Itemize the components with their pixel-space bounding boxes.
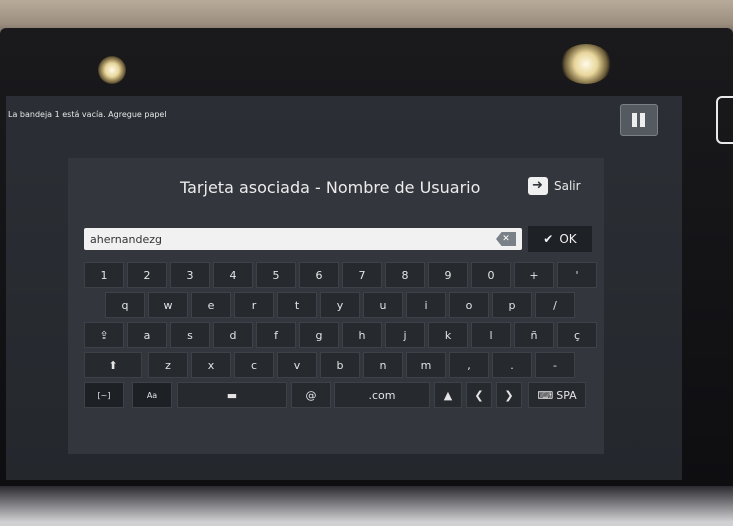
key[interactable]: x (191, 352, 231, 378)
left-arrow-icon: ❮ (474, 388, 484, 402)
key[interactable]: . (492, 352, 532, 378)
key[interactable]: h (342, 322, 382, 348)
key[interactable]: c (234, 352, 274, 378)
at-key[interactable]: @ (291, 382, 331, 408)
key[interactable]: g (299, 322, 339, 348)
right-arrow-icon: ❯ (504, 388, 514, 402)
key[interactable]: i (406, 292, 446, 318)
key[interactable]: f (256, 322, 296, 348)
key[interactable]: o (449, 292, 489, 318)
hardware-button[interactable] (716, 96, 733, 144)
username-field[interactable]: ✕ (84, 228, 522, 251)
keyboard-dialog: Tarjeta asociada - Nombre de Usuario Sal… (68, 158, 604, 454)
language-label: SPA (556, 388, 577, 402)
key[interactable]: 2 (127, 262, 167, 288)
shift-key[interactable]: ⬆ (84, 352, 142, 378)
key[interactable]: k (428, 322, 468, 348)
key[interactable]: - (535, 352, 575, 378)
key[interactable]: 4 (213, 262, 253, 288)
exit-label: Salir (554, 179, 581, 193)
table-surface (0, 486, 733, 526)
pause-button[interactable] (620, 104, 658, 136)
symbols-key[interactable]: [~] (84, 382, 124, 408)
key[interactable]: , (449, 352, 489, 378)
key[interactable]: 9 (428, 262, 468, 288)
keyboard-icon: ⌨ (537, 388, 554, 402)
light-reflection-left (98, 56, 126, 84)
key[interactable]: 3 (170, 262, 210, 288)
key[interactable]: 5 (256, 262, 296, 288)
key[interactable]: ñ (514, 322, 554, 348)
check-icon: ✔ (543, 232, 554, 246)
key[interactable]: y (320, 292, 360, 318)
key[interactable]: q (105, 292, 145, 318)
clear-icon[interactable]: ✕ (496, 232, 516, 246)
key[interactable]: t (277, 292, 317, 318)
key[interactable]: v (277, 352, 317, 378)
light-reflection-right (560, 44, 612, 84)
key[interactable]: b (320, 352, 360, 378)
key[interactable]: n (363, 352, 403, 378)
key[interactable]: p (492, 292, 532, 318)
status-message: La bandeja 1 está vacía. Agregue papel (8, 110, 167, 119)
key[interactable]: r (234, 292, 274, 318)
dialog-title: Tarjeta asociada - Nombre de Usuario (180, 178, 481, 197)
dotcom-key[interactable]: .com (334, 382, 430, 408)
key[interactable]: ç (557, 322, 597, 348)
username-input[interactable] (84, 228, 496, 251)
key[interactable]: 6 (299, 262, 339, 288)
key[interactable]: / (535, 292, 575, 318)
exit-button[interactable]: Salir (528, 174, 581, 198)
key[interactable]: s (170, 322, 210, 348)
up-arrow-icon: ▲ (443, 388, 453, 402)
key[interactable]: d (213, 322, 253, 348)
key[interactable]: m (406, 352, 446, 378)
key[interactable]: ' (557, 262, 597, 288)
right-arrow-key[interactable]: ❯ (496, 382, 522, 408)
up-arrow-key[interactable]: ▲ (434, 382, 462, 408)
key[interactable]: z (148, 352, 188, 378)
case-key[interactable]: Aa (132, 382, 172, 408)
key[interactable]: u (363, 292, 403, 318)
key[interactable]: 0 (471, 262, 511, 288)
shift-lock-icon: ⇪ (99, 328, 109, 342)
key[interactable]: l (471, 322, 511, 348)
key[interactable]: + (514, 262, 554, 288)
shift-icon: ⬆ (108, 358, 118, 372)
space-key[interactable]: ▬ (177, 382, 287, 408)
key[interactable]: 8 (385, 262, 425, 288)
ok-button[interactable]: ✔ OK (528, 226, 592, 252)
key[interactable]: j (385, 322, 425, 348)
key[interactable]: 7 (342, 262, 382, 288)
left-arrow-key[interactable]: ❮ (466, 382, 492, 408)
caps-lock-key[interactable]: ⇪ (84, 322, 124, 348)
touch-screen: La bandeja 1 está vacía. Agregue papel T… (6, 96, 682, 480)
exit-icon (528, 177, 548, 195)
key[interactable]: w (148, 292, 188, 318)
key[interactable]: 1 (84, 262, 124, 288)
ok-label: OK (559, 232, 577, 246)
language-key[interactable]: ⌨ SPA (528, 382, 586, 408)
space-icon: ▬ (226, 388, 238, 402)
key[interactable]: e (191, 292, 231, 318)
key[interactable]: a (127, 322, 167, 348)
